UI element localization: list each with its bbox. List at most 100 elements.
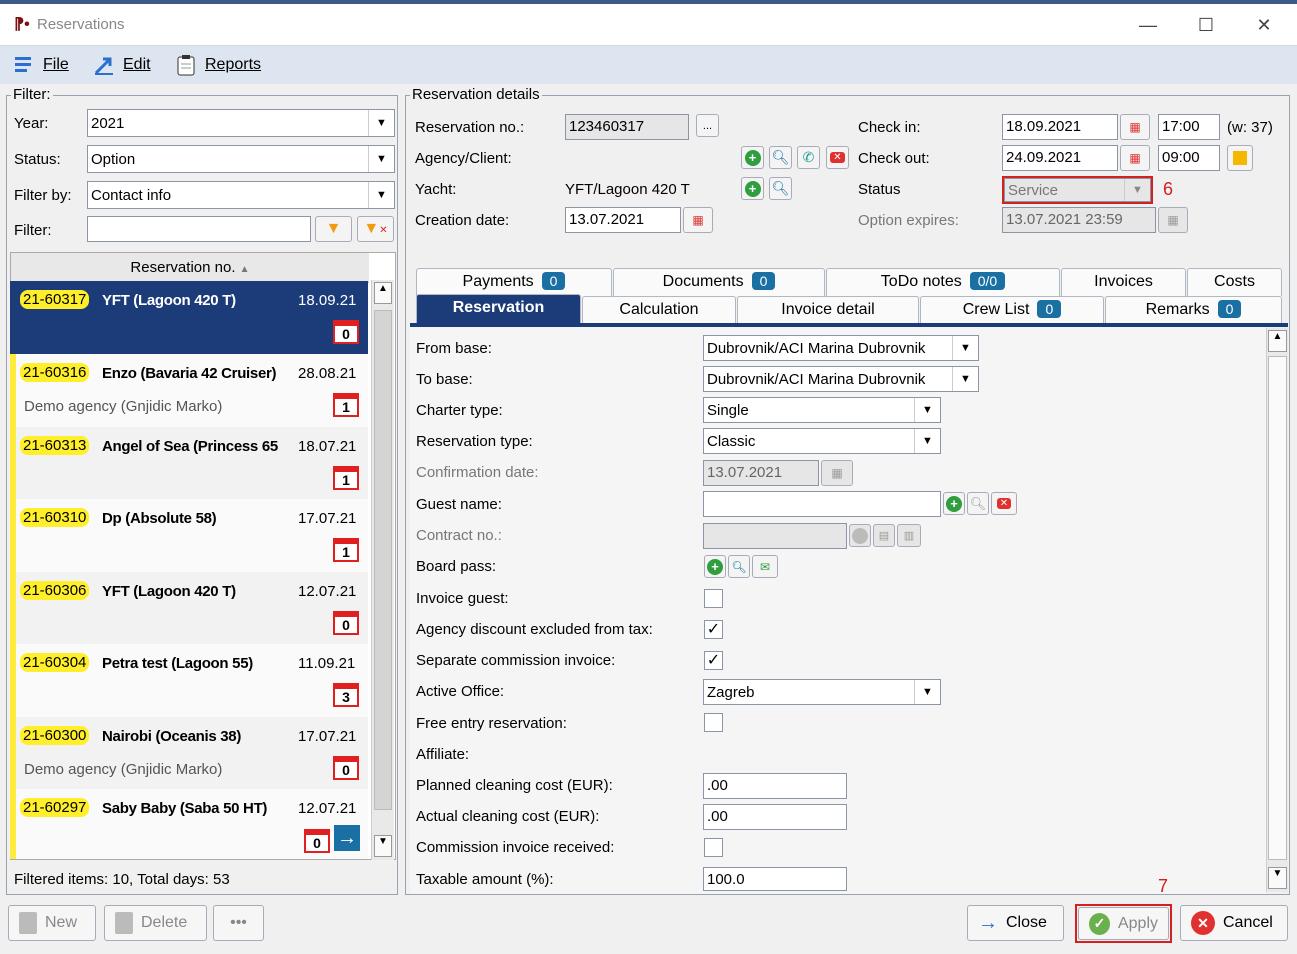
add-board-pass-button[interactable]: + [704, 555, 726, 578]
cancel-button[interactable]: ✕ Cancel [1180, 905, 1288, 941]
form-scrollbar[interactable]: ▲ ▼ [1266, 328, 1288, 892]
filterby-select[interactable]: Contact info ▼ [87, 181, 395, 209]
status-select[interactable]: Option ▼ [87, 145, 395, 173]
item-number: 21-60313 [20, 436, 90, 455]
list-item[interactable]: 21-60310 Dp (Absolute 58) 17.07.21 1 [10, 499, 368, 572]
commission-received-checkbox[interactable] [704, 838, 723, 857]
agency-discount-checkbox[interactable]: ✓ [704, 620, 723, 639]
remove-guest-button[interactable]: ✕ [991, 492, 1017, 515]
remove-agency-button[interactable]: ✕ [826, 146, 849, 169]
created-calendar-button[interactable]: ▦ [683, 207, 713, 233]
app-icon: ⁋• [14, 16, 30, 33]
from-base-select[interactable]: Dubrovnik/ACI Marina Dubrovnik ▼ [703, 335, 979, 361]
maximize-button[interactable]: ☐ [1183, 10, 1229, 40]
close-button[interactable]: → Close [967, 905, 1064, 941]
tab-invoice-detail[interactable]: Invoice detail [737, 296, 919, 324]
clear-filter-button[interactable]: ▼✕ [357, 216, 394, 242]
item-date: 12.07.21 [298, 800, 357, 817]
tab-invoices[interactable]: Invoices [1061, 268, 1186, 296]
minimize-button[interactable]: — [1125, 10, 1171, 40]
list-scrollbar[interactable]: ▲ ▼ [371, 280, 394, 860]
free-entry-checkbox[interactable] [704, 713, 723, 732]
checkout-time-field[interactable]: 09:00 [1158, 145, 1220, 171]
scroll-thumb[interactable] [374, 310, 392, 810]
send-board-pass-button[interactable]: ✉ [752, 555, 778, 578]
menu-edit[interactable]: Edit [93, 53, 151, 77]
menu-file[interactable]: File [13, 53, 69, 77]
add-yacht-button[interactable]: + [741, 177, 764, 200]
add-agency-button[interactable]: + [741, 146, 764, 169]
active-office-select[interactable]: Zagreb ▼ [703, 679, 941, 705]
checkin-date-field[interactable]: 18.09.2021 [1002, 114, 1118, 140]
note-button[interactable] [1227, 145, 1253, 171]
actual-cleaning-input[interactable]: .00 [703, 804, 847, 830]
separate-commission-checkbox[interactable]: ✓ [704, 651, 723, 670]
list-item[interactable]: 21-60306 YFT (Lagoon 420 T) 12.07.21 0 [10, 572, 368, 645]
tab-payments[interactable]: Payments 0 [416, 268, 612, 296]
tab-costs[interactable]: Costs [1187, 268, 1282, 296]
tab-crew-list[interactable]: Crew List 0 [920, 296, 1104, 324]
tab-documents[interactable]: Documents 0 [613, 268, 825, 296]
tab-remarks[interactable]: Remarks 0 [1105, 296, 1282, 324]
call-agency-button[interactable]: ✆ [797, 146, 820, 169]
search-yacht-button[interactable]: 🔍︎ [769, 177, 792, 200]
search-guest-button[interactable]: 🔍︎ [967, 492, 989, 515]
list-column-header[interactable]: Reservation no. ▲ [11, 253, 369, 283]
phone-icon: ✆ [802, 149, 815, 165]
checkout-date-field[interactable]: 24.09.2021 [1002, 145, 1118, 171]
delete-button[interactable]: Delete [104, 905, 207, 941]
list-item[interactable]: 21-60316 Enzo (Bavaria 42 Cruiser) 28.08… [10, 354, 368, 427]
scroll-down-arrow[interactable]: ▼ [1268, 867, 1287, 889]
scroll-thumb[interactable] [1268, 356, 1287, 860]
apply-filter-button[interactable]: ▼ [315, 216, 352, 242]
menu-reports[interactable]: Reports [175, 53, 261, 77]
charter-type-select[interactable]: Single ▼ [703, 397, 941, 423]
option-calendar-button: ▦ [1158, 207, 1188, 233]
more-button[interactable]: ••• [213, 905, 264, 941]
item-agency: Demo agency (Gnjidic Marko) [24, 398, 223, 415]
item-yacht: Enzo (Bavaria 42 Cruiser) [102, 365, 277, 382]
checkin-time-field[interactable]: 17:00 [1158, 114, 1220, 140]
year-select[interactable]: 2021 ▼ [87, 109, 395, 137]
close-window-button[interactable]: ✕ [1241, 10, 1287, 40]
contract-btn-2: ▤ [873, 524, 895, 547]
status-filter-label: Status: [14, 151, 61, 168]
guest-name-input[interactable] [703, 491, 941, 517]
scroll-up-arrow[interactable]: ▲ [374, 282, 392, 304]
planned-cleaning-input[interactable]: .00 [703, 773, 847, 799]
new-button[interactable]: New [8, 905, 96, 941]
tab-todo-notes[interactable]: ToDo notes 0/0 [826, 268, 1060, 296]
checkout-calendar-button[interactable]: ▦ [1120, 145, 1150, 171]
planned-cleaning-label: Planned cleaning cost (EUR): [416, 777, 613, 794]
guest-name-label: Guest name: [416, 496, 502, 513]
filter-input[interactable] [87, 216, 311, 242]
taxable-amount-label: Taxable amount (%): [416, 871, 554, 888]
list-item[interactable]: 21-60317 YFT (Lagoon 420 T) 18.09.21 0 [10, 281, 368, 354]
menu-bar: File Edit Reports [0, 46, 1297, 84]
to-base-select[interactable]: Dubrovnik/ACI Marina Dubrovnik ▼ [703, 366, 979, 392]
list-item[interactable]: 21-60313 Angel of Sea (Princess 65 18.07… [10, 427, 368, 500]
tab-badge: 0/0 [969, 272, 1006, 290]
invoice-guest-checkbox[interactable] [704, 589, 723, 608]
res-type-select[interactable]: Classic ▼ [703, 428, 941, 454]
add-guest-button[interactable]: + [943, 492, 965, 515]
contract-label: Contract no.: [416, 527, 502, 544]
created-date-field[interactable]: 13.07.2021 [565, 207, 681, 233]
view-board-pass-button[interactable]: 🔍︎ [728, 555, 750, 578]
list-item[interactable]: 21-60300 Nairobi (Oceanis 38) 17.07.21 D… [10, 717, 368, 790]
title-bar: ⁋• Reservations — ☐ ✕ [0, 0, 1297, 46]
list-item[interactable]: 21-60304 Petra test (Lagoon 55) 11.09.21… [10, 644, 368, 717]
list-item[interactable]: 21-60297 Saby Baby (Saba 50 HT) 12.07.21… [10, 789, 368, 859]
scroll-up-arrow[interactable]: ▲ [1268, 330, 1287, 352]
item-date: 18.07.21 [298, 438, 357, 455]
checkin-calendar-button[interactable]: ▦ [1120, 114, 1150, 140]
search-agency-button[interactable]: 🔍︎ [769, 146, 792, 169]
tab-calculation[interactable]: Calculation [582, 296, 736, 324]
charter-type-label: Charter type: [416, 402, 503, 419]
menu-edit-label: Edit [123, 56, 151, 73]
delete-button-label: Delete [141, 914, 188, 931]
scroll-down-arrow[interactable]: ▼ [374, 835, 392, 857]
resno-more-button[interactable]: ... [696, 114, 719, 137]
tab-reservation[interactable]: Reservation [416, 294, 581, 324]
taxable-amount-input[interactable]: 100.0 [703, 867, 847, 891]
